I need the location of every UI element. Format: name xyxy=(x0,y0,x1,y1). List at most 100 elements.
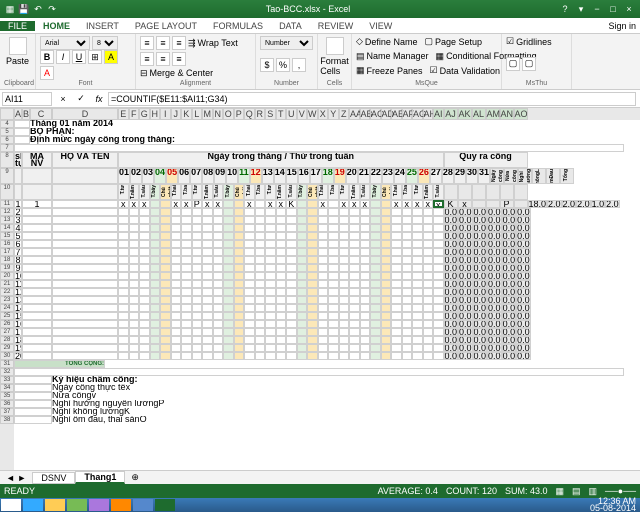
row-header[interactable]: 13 xyxy=(0,216,14,224)
col-header[interactable]: AG xyxy=(412,108,423,120)
col-header[interactable]: AD xyxy=(381,108,392,120)
row-header[interactable]: 21 xyxy=(0,280,14,288)
font-size-select[interactable]: 8 xyxy=(92,36,118,50)
col-header[interactable]: C xyxy=(30,108,52,120)
sheet-tab-dsnv[interactable]: DSNV xyxy=(32,472,75,484)
align-mid-button[interactable]: ≡ xyxy=(156,36,170,50)
row-header[interactable]: 29 xyxy=(0,344,14,352)
number-format-select[interactable]: Number xyxy=(260,36,313,50)
signin-link[interactable]: Sign in xyxy=(608,21,640,31)
col-header[interactable]: Q xyxy=(244,108,255,120)
row-header[interactable]: 4 xyxy=(0,120,14,128)
undo-icon[interactable]: ↶ xyxy=(32,4,44,15)
merge-center-button[interactable]: ⊟ Merge & Center xyxy=(140,68,213,79)
explorer-icon[interactable] xyxy=(45,499,65,511)
ie-icon[interactable] xyxy=(23,499,43,511)
col-header[interactable]: R xyxy=(255,108,266,120)
col-header[interactable]: X xyxy=(318,108,329,120)
col-header[interactable]: P xyxy=(234,108,245,120)
row-header[interactable]: 7 xyxy=(0,144,14,152)
minimize-button[interactable]: − xyxy=(590,4,604,15)
paste-button[interactable]: Paste xyxy=(4,36,31,67)
align-right-button[interactable]: ≡ xyxy=(172,52,186,66)
col-header[interactable]: Z xyxy=(339,108,350,120)
italic-button[interactable]: I xyxy=(56,50,70,64)
col-header[interactable]: AJ xyxy=(444,108,458,120)
bold-button[interactable]: B xyxy=(40,50,54,64)
row-header[interactable]: 34 xyxy=(0,384,14,392)
worksheet-area[interactable]: ABCDEFGHIJKLMNOPQRSTUVWXYZAAABACADAEAFAG… xyxy=(0,108,640,474)
cancel-icon[interactable]: × xyxy=(54,94,72,104)
tab-pagelayout[interactable]: PAGE LAYOUT xyxy=(127,21,205,31)
col-header[interactable]: B xyxy=(22,108,30,120)
col-header[interactable]: AA xyxy=(349,108,360,120)
col-header[interactable]: M xyxy=(202,108,213,120)
col-header[interactable]: AE xyxy=(391,108,402,120)
app-icon-2[interactable] xyxy=(89,499,109,511)
col-header[interactable]: AC xyxy=(370,108,381,120)
row-header[interactable]: 28 xyxy=(0,336,14,344)
col-header[interactable]: AB xyxy=(360,108,371,120)
col-header[interactable]: V xyxy=(297,108,308,120)
app-icon-3[interactable] xyxy=(111,499,131,511)
name-manager-button[interactable]: ▤ Name Manager ▦ Conditional Formatting xyxy=(356,51,497,62)
row-header[interactable]: 11 xyxy=(0,200,14,208)
excel-taskbar-icon[interactable] xyxy=(155,499,175,511)
tab-formulas[interactable]: FORMULAS xyxy=(205,21,271,31)
col-header[interactable]: AH xyxy=(423,108,434,120)
app-icon-1[interactable] xyxy=(67,499,87,511)
tool1[interactable]: ▢ xyxy=(506,57,520,71)
col-header[interactable]: G xyxy=(139,108,150,120)
save-icon[interactable]: 💾 xyxy=(18,4,30,15)
row-header[interactable]: 38 xyxy=(0,416,14,424)
align-center-button[interactable]: ≡ xyxy=(156,52,170,66)
col-header[interactable]: AF xyxy=(402,108,413,120)
row-header[interactable]: 31 xyxy=(0,360,14,368)
row-header[interactable]: 15 xyxy=(0,232,14,240)
tab-review[interactable]: REVIEW xyxy=(310,21,362,31)
align-left-button[interactable]: ≡ xyxy=(140,52,154,66)
gridlines-check[interactable]: ☑ Gridlines xyxy=(506,36,567,47)
enter-icon[interactable]: ✓ xyxy=(72,93,90,104)
col-header[interactable]: U xyxy=(286,108,297,120)
border-button[interactable]: ⊞ xyxy=(88,50,102,64)
close-button[interactable]: × xyxy=(622,4,636,15)
col-header[interactable]: J xyxy=(171,108,182,120)
col-header[interactable]: L xyxy=(192,108,203,120)
row-header[interactable]: 33 xyxy=(0,376,14,384)
row-header[interactable]: 6 xyxy=(0,136,14,144)
zoom-slider[interactable]: ──●── xyxy=(605,486,636,497)
view-normal-icon[interactable]: ▦ xyxy=(556,486,565,497)
row-header[interactable]: 26 xyxy=(0,320,14,328)
currency-button[interactable]: $ xyxy=(260,58,274,72)
fx-icon[interactable]: fx xyxy=(90,94,108,104)
row-header[interactable]: 24 xyxy=(0,304,14,312)
tab-home[interactable]: HOME xyxy=(35,21,78,31)
row-header[interactable]: 27 xyxy=(0,328,14,336)
formula-input[interactable] xyxy=(108,92,636,106)
col-header[interactable]: N xyxy=(213,108,224,120)
freeze-panes-button[interactable]: ▦ Freeze Panes ☑ Data Validation xyxy=(356,65,497,76)
col-header[interactable]: W xyxy=(307,108,318,120)
row-header[interactable]: 32 xyxy=(0,368,14,376)
row-header[interactable]: 8 xyxy=(0,152,14,168)
row-header[interactable]: 30 xyxy=(0,352,14,360)
underline-button[interactable]: U xyxy=(72,50,86,64)
maximize-button[interactable]: □ xyxy=(606,4,620,15)
col-header[interactable]: AK xyxy=(458,108,472,120)
tab-insert[interactable]: INSERT xyxy=(78,21,127,31)
tab-file[interactable]: FILE xyxy=(0,21,35,31)
col-header[interactable]: AO xyxy=(514,108,528,120)
app-icon-4[interactable] xyxy=(133,499,153,511)
sheet-tab-thang1[interactable]: Thang1 xyxy=(75,471,125,484)
view-layout-icon[interactable]: ▤ xyxy=(572,486,581,497)
col-header[interactable]: O xyxy=(223,108,234,120)
tab-data[interactable]: DATA xyxy=(271,21,310,31)
col-header[interactable]: S xyxy=(265,108,276,120)
row-header[interactable]: 12 xyxy=(0,208,14,216)
row-header[interactable]: 22 xyxy=(0,288,14,296)
redo-icon[interactable]: ↷ xyxy=(46,4,58,15)
row-header[interactable]: 37 xyxy=(0,408,14,416)
font-color-button[interactable]: A xyxy=(40,66,54,80)
help-icon[interactable]: ? xyxy=(558,4,572,15)
